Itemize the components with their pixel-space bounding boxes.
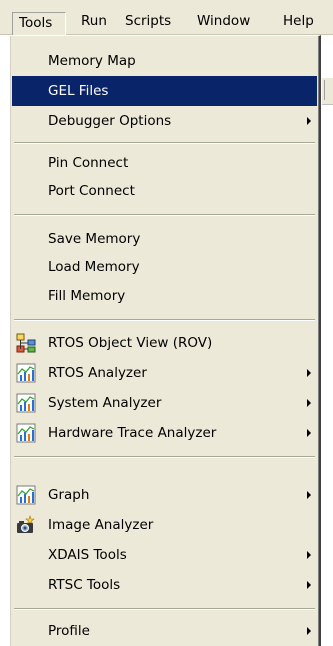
analyzer-chart-icon [16, 485, 36, 505]
menu-item-port-connect[interactable]: Port Connect [12, 176, 317, 206]
submenu-arrow-icon [307, 581, 311, 589]
menu-item-pin-connect[interactable]: Pin Connect [12, 148, 317, 178]
menu-item-label: Save Memory [48, 231, 141, 247]
menu-item-label: RTOS Analyzer [48, 365, 147, 381]
menu-item-label: Profile [48, 623, 90, 639]
submenu-arrow-icon [307, 429, 311, 437]
menu-run[interactable]: Run [81, 10, 107, 32]
menu-item-label: Fill Memory [48, 288, 126, 304]
submenu-arrow-icon [307, 117, 311, 125]
submenu-arrow-icon [307, 399, 311, 407]
menu-item-memory-map[interactable]: Memory Map [12, 46, 317, 76]
menu-item-label: Debugger Options [48, 113, 172, 129]
menu-item-label: Hardware Trace Analyzer [48, 425, 217, 441]
menu-item-label: Memory Map [48, 53, 136, 69]
menu-tools[interactable]: Tools [12, 12, 66, 36]
menu-separator [14, 608, 315, 610]
menu-separator [14, 214, 315, 216]
menu-item-label: System Analyzer [48, 395, 162, 411]
menu-window[interactable]: Window [197, 10, 250, 32]
menu-bar: Tools Run Scripts Window Help [0, 0, 333, 36]
camera-icon [16, 515, 36, 535]
menu-item-label: Graph [48, 487, 90, 503]
menu-item-rtos-analyzer[interactable]: RTOS Analyzer [12, 358, 317, 388]
menu-item-debugger-options[interactable]: Debugger Options [12, 106, 317, 136]
menu-help[interactable]: Help [283, 10, 314, 32]
background-window [322, 35, 333, 646]
menu-item-label: Load Memory [48, 259, 140, 275]
menu-item-xdais-tools[interactable]: XDAIS Tools [12, 540, 317, 570]
menu-item-fill-memory[interactable]: Fill Memory [12, 281, 317, 311]
menu-item-rtos-object-view[interactable]: RTOS Object View (ROV) [12, 328, 317, 358]
menu-item-label: Pin Connect [48, 155, 129, 171]
submenu-arrow-icon [307, 627, 311, 635]
menu-item-label: XDAIS Tools [48, 547, 127, 563]
menu-item-graph[interactable]: Graph [12, 480, 317, 510]
menu-item-label: Image Analyzer [48, 517, 154, 533]
submenu-arrow-icon [307, 551, 311, 559]
analyzer-chart-icon [16, 423, 36, 443]
menu-item-label: RTOS Object View (ROV) [48, 335, 213, 351]
menu-item-system-analyzer[interactable]: System Analyzer [12, 388, 317, 418]
menu-item-image-analyzer[interactable]: Image Analyzer [12, 510, 317, 540]
menu-item-label: GEL Files [48, 83, 109, 99]
menu-item-gel-files[interactable]: GEL Files [12, 76, 317, 106]
object-tree-icon [16, 333, 36, 353]
tools-dropdown-menu: Memory Map GEL Files Debugger Options Pi… [9, 35, 321, 646]
analyzer-chart-icon [16, 393, 36, 413]
menu-item-save-memory[interactable]: Save Memory [12, 224, 317, 254]
menu-item-profile[interactable]: Profile [12, 616, 317, 646]
submenu-arrow-icon [307, 369, 311, 377]
menu-separator [14, 142, 315, 144]
menu-separator [14, 319, 315, 321]
menu-item-rtsc-tools[interactable]: RTSC Tools [12, 570, 317, 600]
menu-scripts[interactable]: Scripts [125, 10, 171, 32]
menu-separator [14, 456, 315, 458]
background-toolbar [322, 78, 333, 105]
menu-item-hardware-trace-analyzer[interactable]: Hardware Trace Analyzer [12, 418, 317, 448]
menu-item-label: Port Connect [48, 183, 135, 199]
menu-item-label: RTSC Tools [48, 577, 121, 593]
submenu-arrow-icon [307, 491, 311, 499]
analyzer-chart-icon [16, 363, 36, 383]
menu-item-load-memory[interactable]: Load Memory [12, 252, 317, 282]
